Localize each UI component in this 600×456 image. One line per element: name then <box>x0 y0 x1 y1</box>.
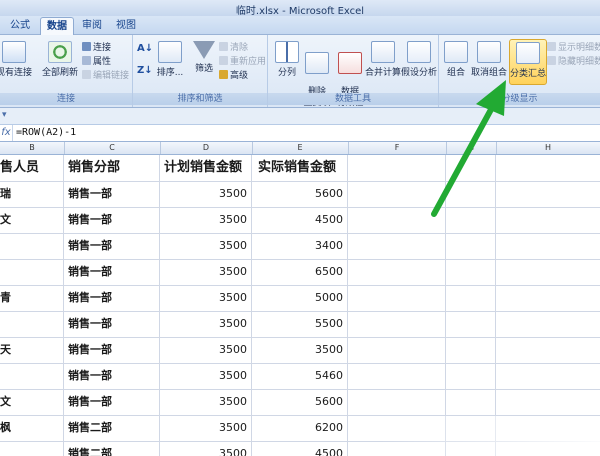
annotation-arrow <box>431 80 506 217</box>
arrow-shaft <box>431 101 497 217</box>
